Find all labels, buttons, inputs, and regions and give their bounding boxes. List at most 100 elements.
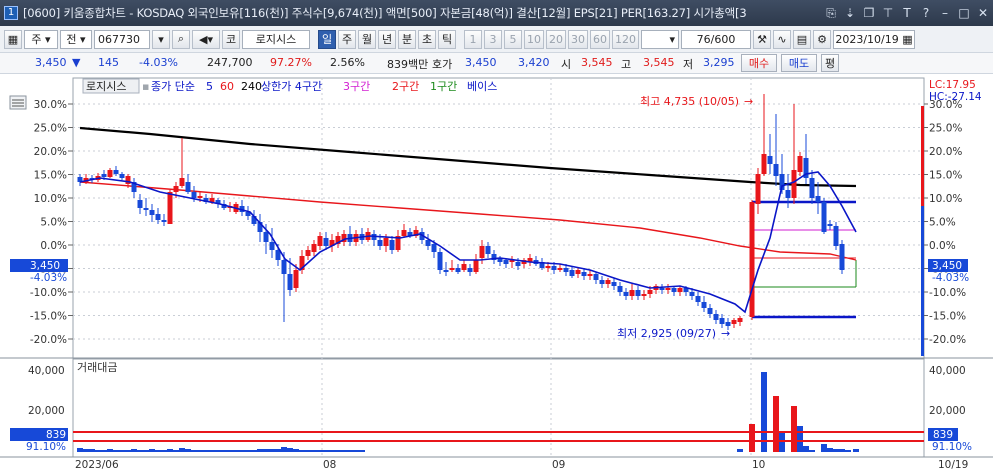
dock-icon[interactable]: ⊤ <box>879 4 897 22</box>
interval-120-button[interactable]: 120 <box>612 29 639 49</box>
volume-bar <box>113 450 119 452</box>
candle-body <box>839 244 845 270</box>
candle-body <box>761 154 767 174</box>
sell-button[interactable]: 매도 <box>781 54 817 72</box>
turnover-rate: 2.56% <box>330 56 365 69</box>
chart-svg[interactable]: 30.0%25.0%20.0%15.0%10.0%5.0%0.0%-5.0%-1… <box>0 74 993 473</box>
price-axis-label: -20.0% <box>30 334 67 346</box>
type2-select[interactable]: 전 ▾ <box>60 29 92 49</box>
draw-tool-icon[interactable]: ∿ <box>773 29 791 49</box>
stock-name-field[interactable]: 로지시스 <box>242 29 310 49</box>
volume-pct-right: 91.10% <box>932 441 972 453</box>
period-minute-button[interactable]: 분 <box>398 29 416 49</box>
high-annotation: 최고 4,735 (10/05) <box>640 95 739 108</box>
candle-body <box>629 290 635 296</box>
current-price-right: 3,450 <box>932 260 962 272</box>
date-label-10-19: 10/19 <box>938 459 968 471</box>
open-price: 3,545 <box>581 56 613 69</box>
candle-body <box>695 296 701 302</box>
volume-bar <box>853 449 859 452</box>
volume-bar <box>233 450 239 452</box>
date-input[interactable]: 2023/10/19 ▦ <box>833 29 915 49</box>
help-icon[interactable]: ? <box>917 4 935 22</box>
candle-body <box>785 190 791 198</box>
period-tick-button[interactable]: 틱 <box>438 29 456 49</box>
candle-body <box>821 202 827 232</box>
volume-bar <box>107 449 113 452</box>
trade-amount: 839백만 <box>387 58 429 71</box>
price-axis-label: 25.0% <box>34 123 67 135</box>
volume-bar <box>317 450 323 452</box>
window-number-badge[interactable]: 1 <box>4 6 18 20</box>
menu-grid-icon[interactable]: ▦ <box>4 29 22 49</box>
volume-bar <box>749 424 755 452</box>
volume-value: 247,700 <box>207 56 253 69</box>
volume-bar <box>821 444 827 452</box>
volume-bar <box>323 450 329 452</box>
volume-bar <box>203 450 209 452</box>
volume-panel-title: 거래대금 <box>77 361 117 374</box>
candle-body <box>149 210 155 215</box>
candle-body <box>515 262 521 266</box>
candle-body <box>749 202 755 317</box>
restore-icon[interactable]: ❐ <box>860 4 878 22</box>
interval-3-button[interactable]: 3 <box>484 29 502 49</box>
candle-body <box>551 266 557 270</box>
speaker-icon[interactable]: ◀▾ <box>192 29 220 49</box>
code-dropdown-icon[interactable]: ▾ <box>152 29 170 49</box>
link-icon[interactable]: ⎘ <box>822 4 840 22</box>
candle-body <box>425 240 431 246</box>
period-second-button[interactable]: 초 <box>418 29 436 49</box>
candle-body <box>479 246 485 258</box>
count-input[interactable]: 76/600 <box>681 29 751 49</box>
buy-button[interactable]: 매수 <box>741 54 777 72</box>
gear-icon[interactable]: ⚙ <box>813 29 831 49</box>
close-icon[interactable]: ✕ <box>974 4 992 22</box>
maximize-icon[interactable]: □ <box>955 4 973 22</box>
volume-bar <box>131 449 137 452</box>
period-month-button[interactable]: 월 <box>358 29 376 49</box>
stock-code-input[interactable]: 067730 <box>94 29 150 49</box>
interval-1-button[interactable]: 1 <box>464 29 482 49</box>
price-axis-label: 0.0% <box>40 240 67 252</box>
legend-ma60: 60 <box>220 80 234 93</box>
period-year-button[interactable]: 년 <box>378 29 396 49</box>
interval-60-button[interactable]: 60 <box>590 29 610 49</box>
search-icon[interactable]: ⌕ <box>172 29 190 49</box>
interval-20-button[interactable]: 20 <box>546 29 566 49</box>
candle-body <box>701 302 707 308</box>
candle-body <box>125 176 131 184</box>
price-axis-label: -10.0% <box>30 287 67 299</box>
chart-area[interactable]: 30.0%25.0%20.0%15.0%10.0%5.0%0.0%-5.0%-1… <box>0 74 993 473</box>
volume-bar <box>227 450 233 452</box>
candle-body <box>137 200 143 208</box>
interval-10-button[interactable]: 10 <box>524 29 544 49</box>
interval-5-button[interactable]: 5 <box>504 29 522 49</box>
interval-select[interactable]: ▾ <box>641 29 679 49</box>
price-axis-label: 20.0% <box>929 146 962 158</box>
period-day-button[interactable]: 일 <box>318 29 336 49</box>
volume-bar <box>791 406 797 452</box>
down-arrow-icon: ▼ <box>72 56 81 69</box>
type-select[interactable]: 주 ▾ <box>24 29 58 49</box>
volume-bar <box>839 449 845 452</box>
candle-body <box>191 192 197 198</box>
volume-bar <box>209 450 215 452</box>
candle-body <box>575 270 581 274</box>
price-axis-label: 10.0% <box>34 193 67 205</box>
lc-label: LC:17.95 <box>929 79 976 91</box>
legend-upper-zone: 상한가 4구간 <box>261 80 322 93</box>
interval-30-button[interactable]: 30 <box>568 29 588 49</box>
period-week-button[interactable]: 주 <box>338 29 356 49</box>
minimize-icon[interactable]: – <box>936 4 954 22</box>
chart-settings-icon[interactable]: ⚒ <box>753 29 771 49</box>
market-badge[interactable]: 코 <box>222 29 240 49</box>
candle-body <box>623 292 629 296</box>
current-price-left: 3,450 <box>30 260 60 272</box>
calendar-icon[interactable]: ▦ <box>902 33 912 46</box>
candle-body <box>449 268 455 270</box>
balance-button[interactable]: 평 <box>821 54 839 72</box>
save-icon[interactable]: ▤ <box>793 29 811 49</box>
pin-icon[interactable]: ⇣ <box>841 4 859 22</box>
font-icon[interactable]: T <box>898 4 916 22</box>
